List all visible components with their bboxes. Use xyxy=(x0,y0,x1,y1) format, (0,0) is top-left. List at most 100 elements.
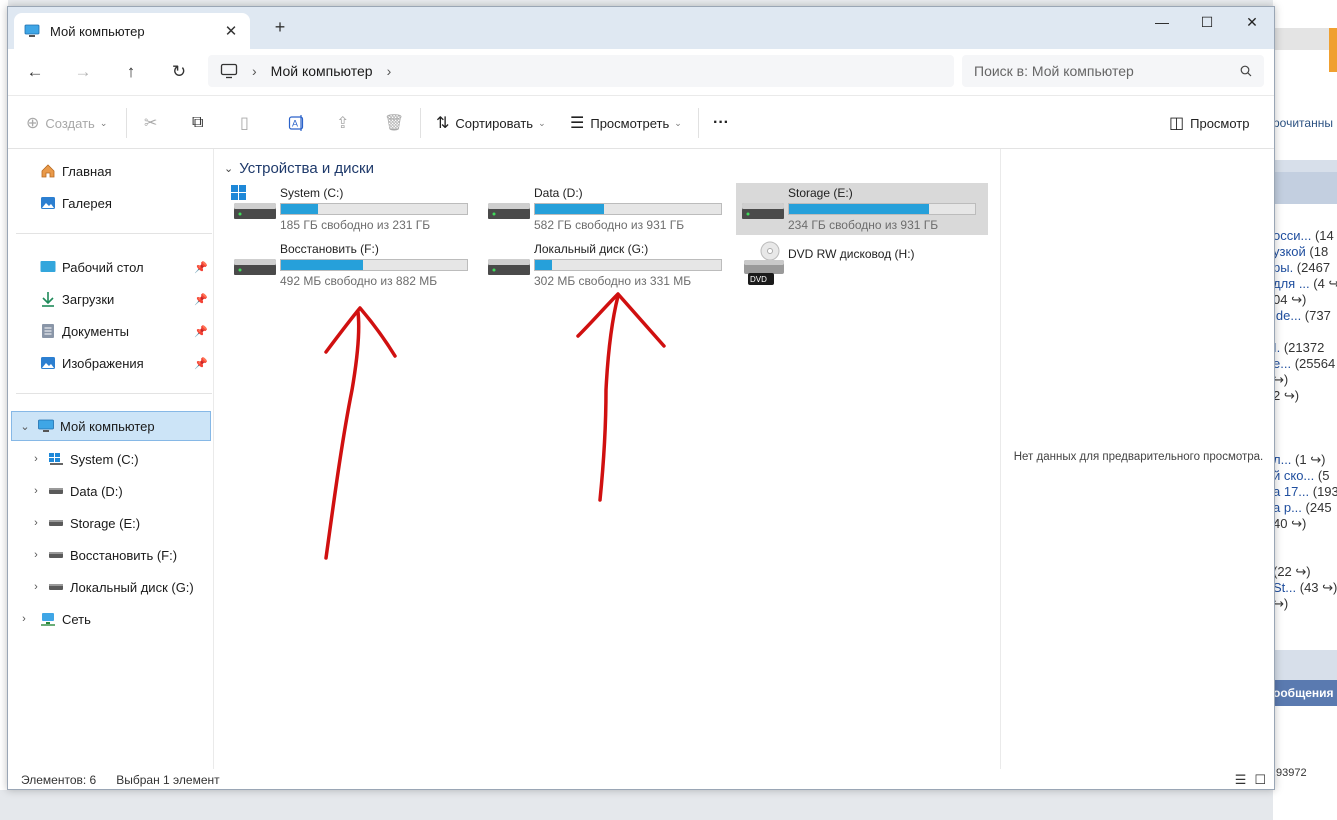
create-button[interactable]: ⊕ Создать ⌄ xyxy=(26,111,107,135)
bg-forum-line[interactable]: e... (25564 xyxy=(1273,356,1335,371)
drive-usage-bar xyxy=(280,203,468,215)
sidebar-item-gallery[interactable]: Галерея xyxy=(8,188,214,218)
sidebar-item-documents[interactable]: Документы 📌 xyxy=(8,316,214,346)
tiles-view-icon[interactable]: ☐ xyxy=(1254,772,1266,788)
document-icon xyxy=(40,323,56,339)
bg-forum-line[interactable]: 04 ↪) xyxy=(1273,292,1306,308)
delete-button[interactable]: 🗑 xyxy=(384,111,410,135)
bg-forum-line[interactable]: л... (1 ↪) xyxy=(1273,452,1325,468)
drive-tile[interactable]: System (C:) 185 ГБ свободно из 231 ГБ xyxy=(228,183,480,235)
bg-forum-count: (5 xyxy=(1314,468,1330,483)
bg-forum-line[interactable]: осси... (14 xyxy=(1273,228,1334,243)
bg-forum-link[interactable]: узкой xyxy=(1273,244,1306,259)
bg-forum-link[interactable]: а р... xyxy=(1273,500,1302,515)
more-options-button[interactable]: ··· xyxy=(713,111,729,135)
bg-forum-line[interactable]: ры. (2467 xyxy=(1273,260,1330,275)
computer-icon xyxy=(24,24,40,37)
drive-tile[interactable]: Восстановить (F:) 492 МБ свободно из 882 … xyxy=(228,239,480,291)
title-bar: Мой компьютер ✕ + — ☐ ✕ xyxy=(8,7,1274,49)
bg-forum-line[interactable]: (22 ↪) xyxy=(1273,564,1311,580)
bg-forum-line[interactable]: 40 ↪) xyxy=(1273,516,1306,532)
rename-button[interactable]: A xyxy=(288,111,306,135)
sidebar-item-drive[interactable]: › Storage (E:) xyxy=(8,508,214,538)
pin-icon[interactable]: 📌 xyxy=(194,325,208,338)
close-button[interactable]: ✕ xyxy=(1229,7,1274,37)
sidebar-item-pictures[interactable]: Изображения 📌 xyxy=(8,348,214,378)
sidebar-label: Рабочий стол xyxy=(62,259,144,275)
pin-icon[interactable]: 📌 xyxy=(194,357,208,370)
drive-tile[interactable]: Локальный диск (G:) 302 МБ свободно из 33… xyxy=(482,239,734,291)
forward-button[interactable]: → xyxy=(70,59,96,85)
bg-forum-line[interactable]: ide... (737 xyxy=(1273,308,1331,323)
sidebar-item-my-computer[interactable]: ⌄ Мой компьютер xyxy=(11,411,211,441)
up-button[interactable]: ↑ xyxy=(118,59,144,85)
search-input[interactable] xyxy=(974,63,1240,79)
tab-close-icon[interactable]: ✕ xyxy=(222,22,240,40)
back-button[interactable]: ← xyxy=(22,59,48,85)
address-bar[interactable]: › Мой компьютер › xyxy=(208,55,954,87)
bg-forum-line[interactable]: St... (43 ↪) xyxy=(1273,580,1337,596)
drive-tile[interactable]: Storage (E:) 234 ГБ свободно из 931 ГБ xyxy=(736,183,988,235)
pin-icon[interactable]: 📌 xyxy=(194,293,208,306)
search-icon[interactable] xyxy=(1240,65,1252,77)
drive-name: System (C:) xyxy=(280,186,344,200)
sidebar-item-home[interactable]: Главная xyxy=(8,156,214,186)
chevron-right-icon[interactable]: › xyxy=(24,453,48,465)
refresh-button[interactable]: ↻ xyxy=(166,59,192,85)
bg-forum-line[interactable]: й ско... (5 xyxy=(1273,468,1329,483)
bg-forum-link[interactable]: ide... xyxy=(1273,308,1301,323)
chevron-right-icon[interactable]: › xyxy=(387,63,392,79)
sidebar-item-network[interactable]: › Сеть xyxy=(8,604,214,634)
drive-tile-dvd[interactable]: DVD DVD RW дисковод (H:) xyxy=(736,239,988,291)
chevron-right-icon[interactable]: › xyxy=(24,517,48,529)
chevron-down-icon[interactable]: ⌄ xyxy=(12,420,38,433)
hard-drive-icon xyxy=(736,183,788,235)
bg-forum-line[interactable]: а 17... (193 xyxy=(1273,484,1337,499)
new-tab-button[interactable]: + xyxy=(270,17,290,38)
sidebar-item-desktop[interactable]: Рабочий стол 📌 xyxy=(8,252,214,282)
search-box[interactable] xyxy=(962,55,1264,87)
breadcrumb-my-computer[interactable]: Мой компьютер xyxy=(271,63,373,79)
chevron-right-icon[interactable]: › xyxy=(24,581,48,593)
bg-forum-line[interactable]: ↪) xyxy=(1273,596,1288,612)
chevron-right-icon[interactable]: › xyxy=(8,613,40,625)
paste-button[interactable]: ▯ xyxy=(240,111,255,135)
bg-forum-link[interactable]: ры. xyxy=(1273,260,1293,275)
chevron-right-icon[interactable]: › xyxy=(24,549,48,561)
sidebar-label: Сеть xyxy=(62,611,91,627)
chevron-down-icon[interactable]: ⌄ xyxy=(224,162,233,175)
tab-my-computer[interactable]: Мой компьютер ✕ xyxy=(14,13,250,49)
drive-tile[interactable]: Data (D:) 582 ГБ свободно из 931 ГБ xyxy=(482,183,734,235)
sidebar-item-downloads[interactable]: Загрузки 📌 xyxy=(8,284,214,314)
bg-forum-link[interactable]: осси... xyxy=(1273,228,1311,243)
bg-forum-link[interactable]: а 17... xyxy=(1273,484,1309,499)
preview-pane-button[interactable]: ◫ Просмотр xyxy=(1169,111,1250,135)
minimize-button[interactable]: — xyxy=(1139,7,1185,37)
bg-forum-line[interactable]: ↪) xyxy=(1273,372,1288,388)
pin-icon[interactable]: 📌 xyxy=(194,261,208,274)
bg-forum-line[interactable]: узкой (18 xyxy=(1273,244,1328,259)
bg-forum-link[interactable]: й ско... xyxy=(1273,468,1314,483)
chevron-right-icon[interactable]: › xyxy=(24,485,48,497)
bg-forum-link[interactable]: e... xyxy=(1273,356,1291,371)
maximize-button[interactable]: ☐ xyxy=(1184,7,1230,37)
sidebar-item-drive[interactable]: › Локальный диск (G:) xyxy=(8,572,214,602)
sidebar-item-drive[interactable]: › Восстановить (F:) xyxy=(8,540,214,570)
bg-forum-line[interactable]: 2 ↪) xyxy=(1273,388,1299,404)
share-button[interactable]: ⇪ xyxy=(336,111,355,135)
bg-forum-link[interactable]: St... xyxy=(1273,580,1296,595)
sort-button[interactable]: ⇅ Сортировать ⌄ xyxy=(436,111,546,135)
group-header[interactable]: ⌄ Устройства и диски xyxy=(224,160,374,177)
bg-forum-line[interactable]: I. (21372 xyxy=(1273,340,1324,355)
sidebar-item-drive[interactable]: › System (C:) xyxy=(8,444,214,474)
bg-forum-line[interactable]: а р... (245 xyxy=(1273,500,1332,515)
bg-forum-link[interactable]: для ... xyxy=(1273,276,1310,291)
drive-free-space: 492 МБ свободно из 882 МБ xyxy=(280,274,438,288)
bg-forum-line[interactable]: для ... (4 ↪ xyxy=(1273,276,1337,292)
cut-button[interactable]: ✂ xyxy=(144,111,163,135)
details-view-icon[interactable]: ☰ xyxy=(1235,772,1247,788)
copy-button[interactable]: ⧉ xyxy=(192,111,209,135)
bg-forum-link[interactable]: л... xyxy=(1273,452,1291,467)
sidebar-item-drive[interactable]: › Data (D:) xyxy=(8,476,214,506)
view-button[interactable]: ☰ Просмотреть ⌄ xyxy=(570,111,682,135)
